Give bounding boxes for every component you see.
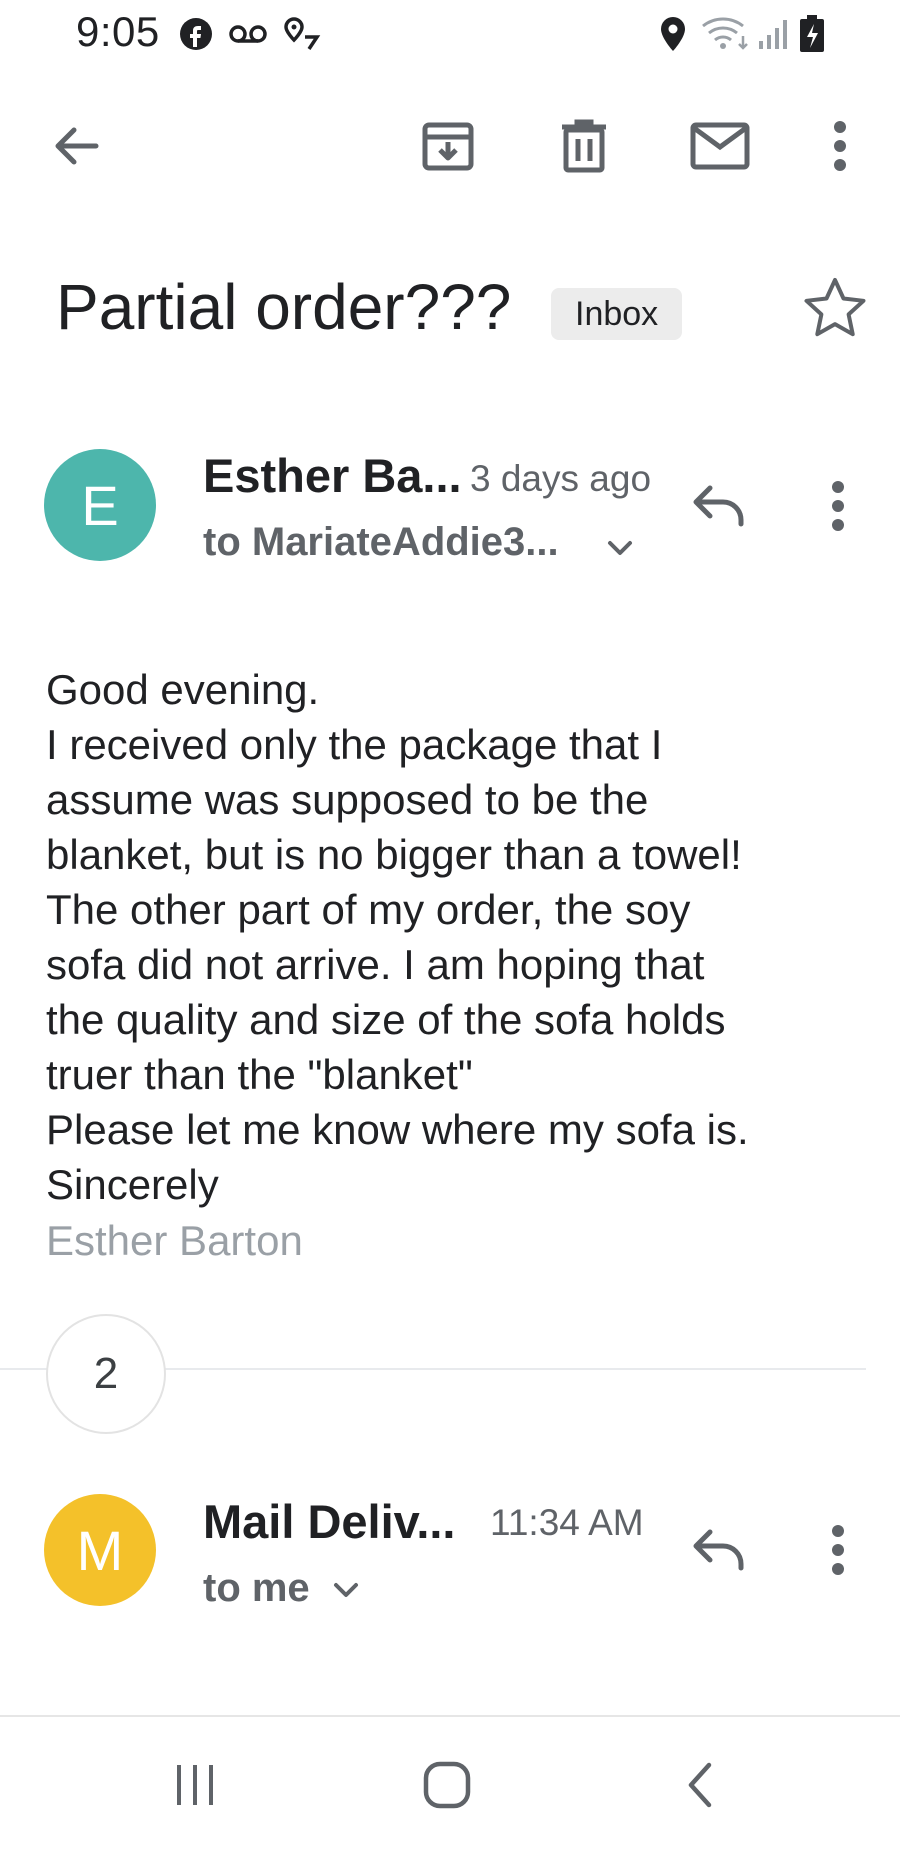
- nav-bar-divider: [0, 1715, 900, 1717]
- back-button[interactable]: [34, 104, 118, 188]
- status-bar: 9:05: [0, 0, 900, 68]
- body-line: the quality and size of the sofa holds: [46, 996, 726, 1043]
- more-options-button[interactable]: [798, 104, 882, 188]
- battery-charging-icon: [796, 12, 828, 56]
- chevron-down-icon: [608, 541, 632, 555]
- facebook-icon: [176, 12, 216, 56]
- chevron-down-icon: [334, 1583, 358, 1597]
- inbox-label-chip[interactable]: Inbox: [551, 288, 683, 340]
- reply-button[interactable]: [680, 466, 760, 546]
- reply-icon: [693, 1529, 744, 1571]
- collapsed-messages-count[interactable]: 2: [46, 1314, 166, 1434]
- reply-icon: [693, 485, 744, 527]
- archive-icon: [422, 122, 474, 171]
- expand-details-button[interactable]: [602, 530, 638, 566]
- star-button[interactable]: [800, 274, 870, 344]
- body-line: truer than the "blanket": [46, 1051, 473, 1098]
- sender-name[interactable]: Mail Deliv...: [203, 1494, 456, 1549]
- voicemail-icon: [226, 12, 270, 56]
- expand-details-button[interactable]: [328, 1572, 364, 1608]
- recent-apps-button[interactable]: [140, 1750, 250, 1820]
- more-vert-icon: [832, 481, 844, 531]
- more-vert-icon: [832, 1525, 844, 1575]
- delete-icon: [562, 119, 606, 173]
- message-time: 3 days ago: [470, 458, 652, 499]
- signature-text: Esther Barton: [46, 1217, 303, 1264]
- home-button[interactable]: [392, 1750, 502, 1820]
- body-line: blanket, but is no bigger than a towel!: [46, 831, 742, 878]
- body-line: Good evening.: [46, 666, 320, 713]
- location-icon: [655, 12, 691, 56]
- mark-unread-icon: [690, 122, 750, 170]
- recent-apps-icon: [177, 1765, 213, 1805]
- back-icon: [55, 127, 99, 165]
- body-line: Please let me know where my sofa is.: [46, 1106, 749, 1153]
- body-line: sofa did not arrive. I am hoping that: [46, 941, 705, 988]
- archive-button[interactable]: [406, 104, 490, 188]
- back-nav-icon: [688, 1762, 712, 1808]
- message-more-button[interactable]: [798, 466, 878, 546]
- reply-button[interactable]: [680, 1510, 760, 1590]
- body-line: I received only the package that I: [46, 721, 663, 768]
- message-body: Good evening. I received only the packag…: [46, 662, 846, 1212]
- body-line: Sincerely: [46, 1161, 219, 1208]
- back-nav-button[interactable]: [645, 1750, 755, 1820]
- mark-unread-button[interactable]: [678, 104, 762, 188]
- body-line: assume was supposed to be the: [46, 776, 649, 823]
- sender-avatar[interactable]: M: [44, 1494, 156, 1606]
- message-more-button[interactable]: [798, 1510, 878, 1590]
- location-off-icon: [280, 12, 324, 56]
- message-time: 11:34 AM: [490, 1502, 644, 1543]
- wifi-icon: [700, 12, 752, 56]
- sender-name[interactable]: Esther Ba...: [203, 448, 462, 503]
- star-icon: [804, 278, 866, 337]
- status-time: 9:05: [76, 8, 160, 55]
- email-subject: Partial order???: [56, 271, 512, 343]
- home-icon: [423, 1761, 471, 1809]
- more-options-icon: [834, 121, 846, 171]
- recipient-line[interactable]: to MariateAddie3...: [203, 520, 559, 565]
- delete-button[interactable]: [542, 104, 626, 188]
- recipient-line[interactable]: to me: [203, 1566, 310, 1611]
- body-line: The other part of my order, the soy: [46, 886, 691, 933]
- signal-icon: [756, 12, 790, 56]
- sender-avatar[interactable]: E: [44, 449, 156, 561]
